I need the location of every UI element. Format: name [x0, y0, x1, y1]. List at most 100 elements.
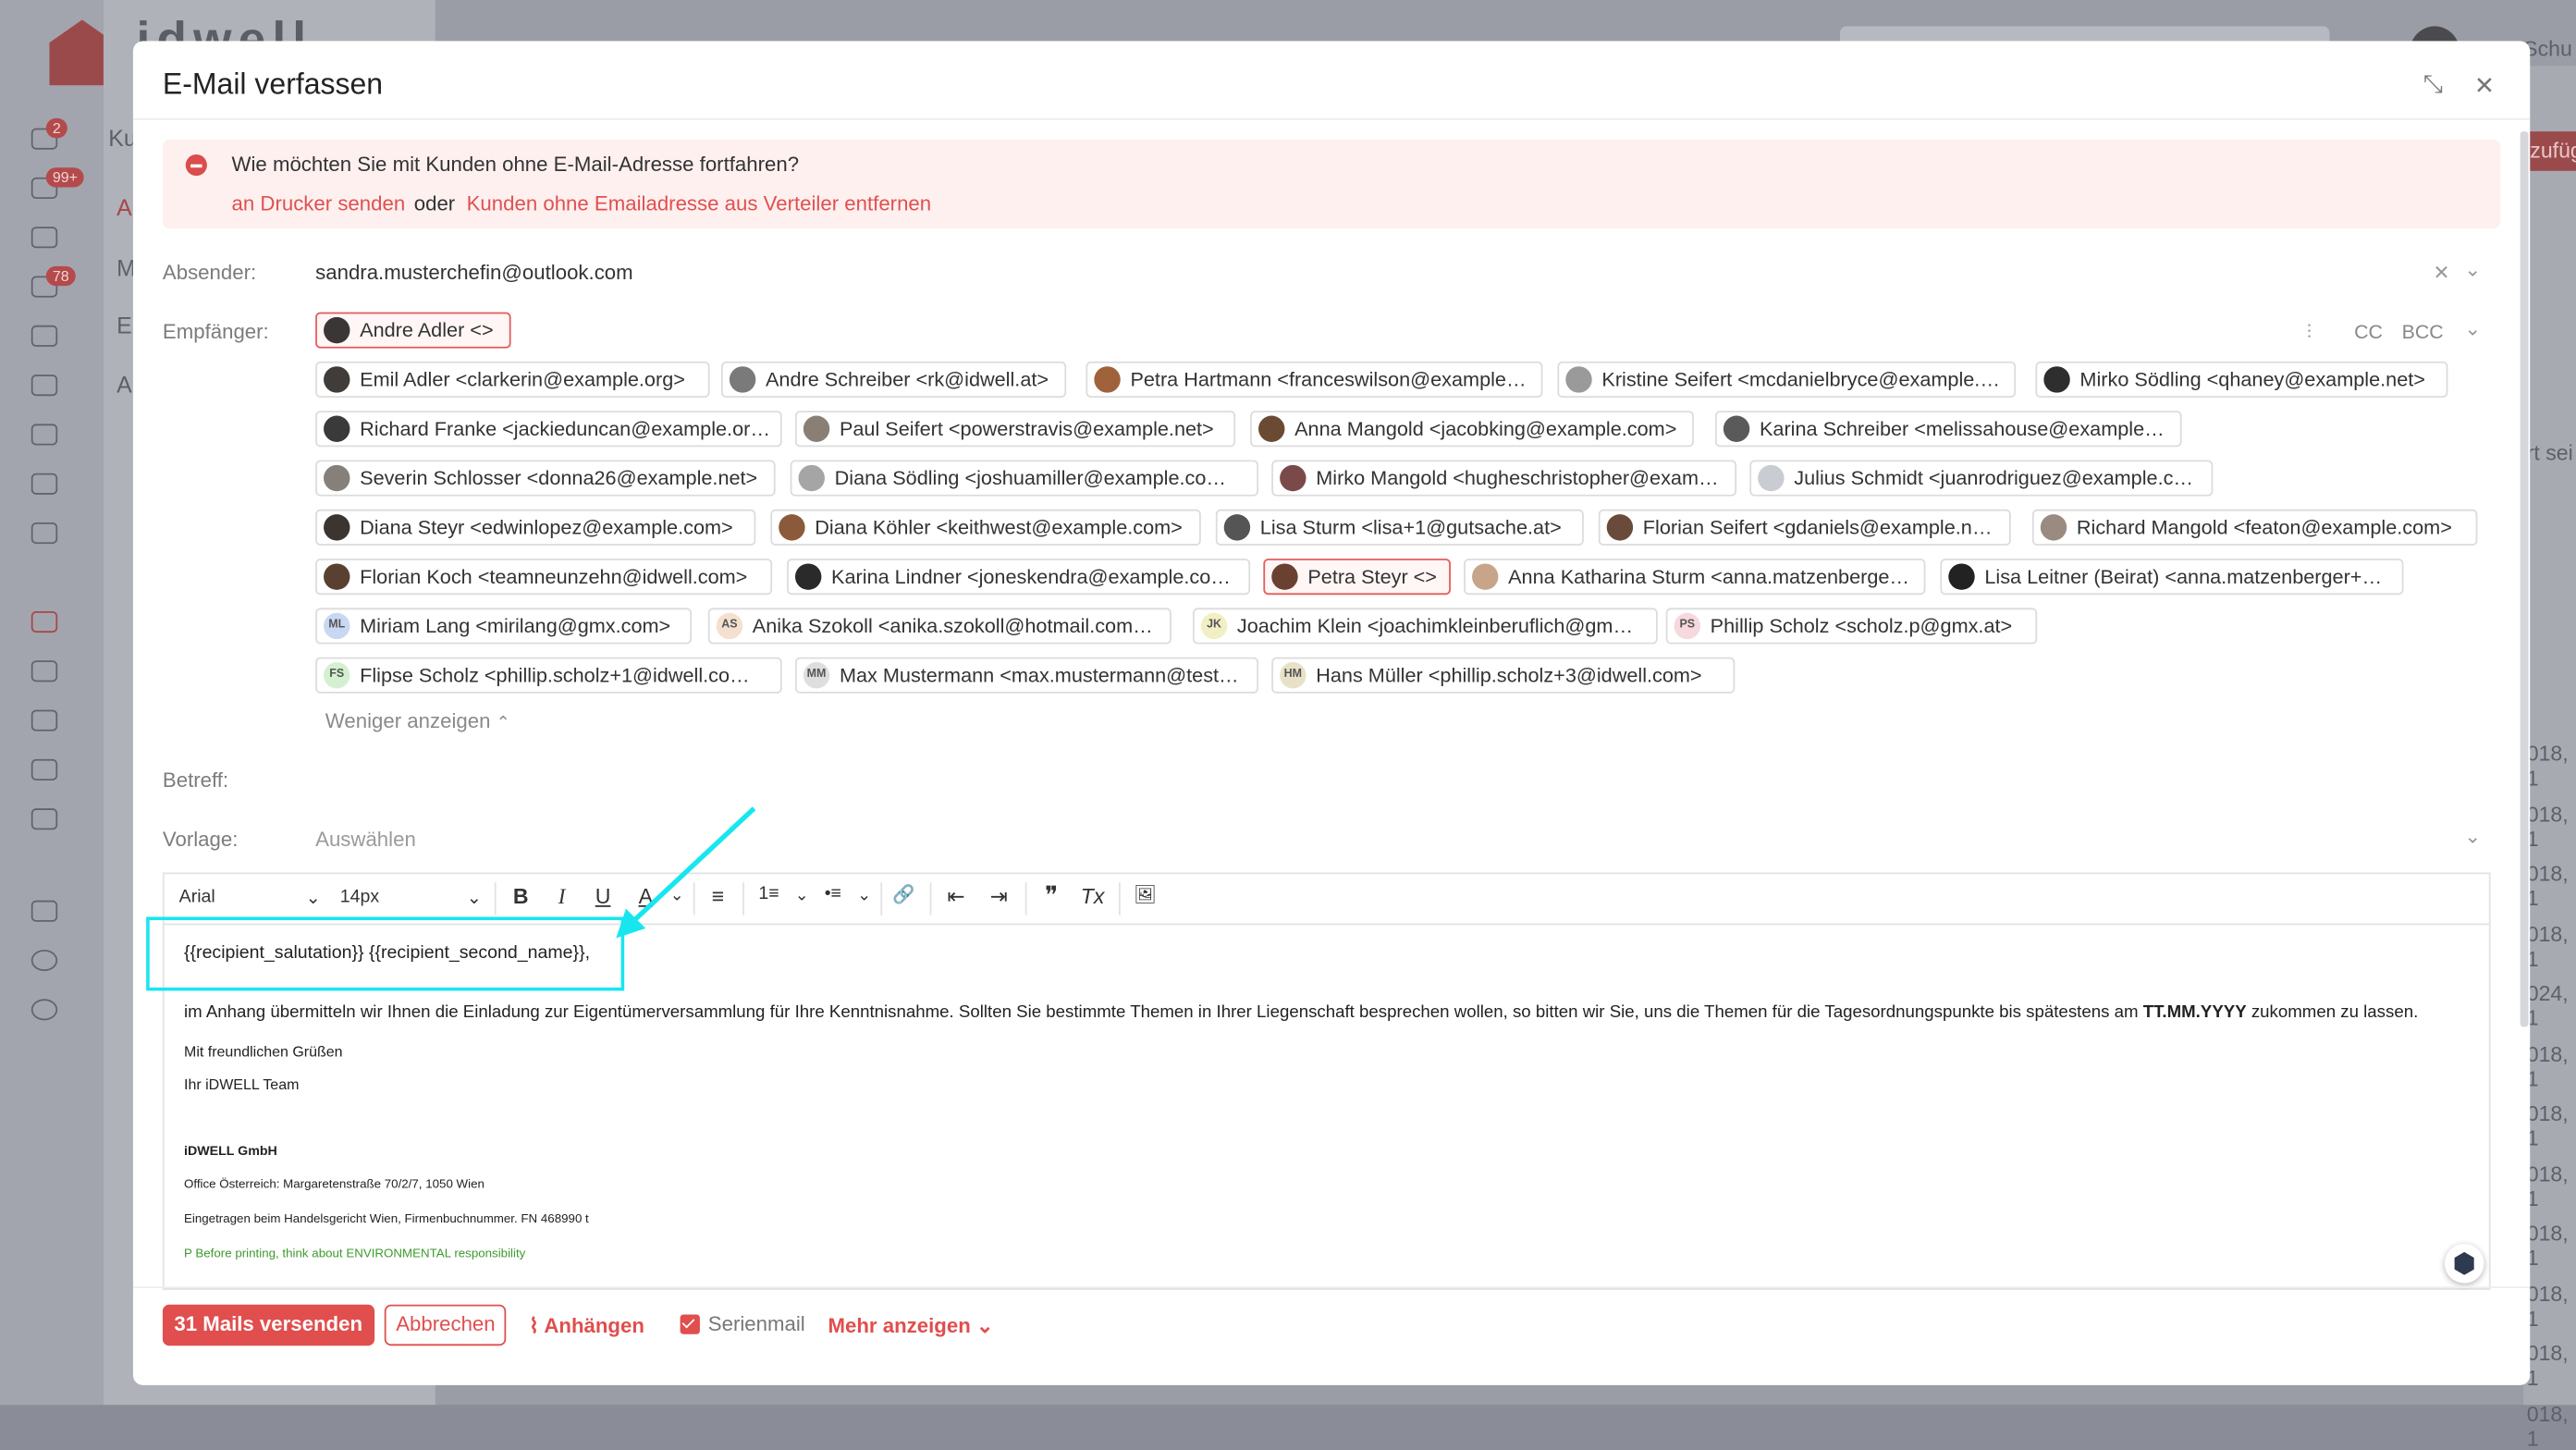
- recipient-chip[interactable]: AS Anika Szokoll <anika.szokoll@hotmail.c…: [707, 608, 1171, 645]
- recipient-chip[interactable]: Florian Seifert <gdaniels@example.net>: [1598, 509, 2011, 546]
- recipient-label: Petra Steyr <>: [1307, 565, 1437, 589]
- recipient-label: Anna Katharina Sturm <anna.matzenberger…: [1508, 565, 1917, 589]
- image-icon[interactable]: 🖼: [1132, 884, 1158, 905]
- serienmail-checkbox[interactable]: [680, 1314, 700, 1334]
- recipient-label: Richard Mangold <featon@example.com>: [2076, 515, 2452, 539]
- edit-icon[interactable]: [31, 660, 58, 682]
- nav-text[interactable]: E: [117, 313, 132, 338]
- recipient-chip[interactable]: Mirko Mangold <hugheschristopher@exam…: [1271, 460, 1737, 497]
- bg-add-button[interactable]: zufüg: [2526, 131, 2576, 171]
- recipient-chip[interactable]: Diana Södling <joshuamiller@example.co…: [790, 460, 1259, 497]
- recipient-chip[interactable]: FS Flipse Scholz <phillip.scholz+1@idwell…: [315, 657, 782, 694]
- page-scrollbar[interactable]: [2520, 131, 2529, 1027]
- greeting-line: Mit freundlichen Grüßen: [184, 1043, 343, 1061]
- recipient-chip[interactable]: Emil Adler <clarkerin@example.org>: [315, 361, 710, 398]
- recipient-chip[interactable]: Richard Franke <jackieduncan@example.or…: [315, 411, 782, 448]
- recipient-label: Anna Mangold <jacobking@example.com>: [1294, 417, 1677, 441]
- recipient-chip[interactable]: Anna Katharina Sturm <anna.matzenberger…: [1464, 559, 1926, 596]
- transfer-icon[interactable]: [31, 325, 58, 347]
- chevron-down-icon[interactable]: ⌄: [2464, 825, 2481, 848]
- font-family-select[interactable]: Arial: [179, 887, 215, 906]
- recipient-chip[interactable]: MM Max Mustermann <max.mustermann@test…: [794, 657, 1259, 694]
- recipient-chip[interactable]: Florian Koch <teamneunzehn@idwell.com>: [315, 559, 773, 596]
- office-address: Office Österreich: Margaretenstraße 70/2…: [184, 1176, 485, 1192]
- support-widget-icon[interactable]: [2444, 1244, 2484, 1284]
- clear-icon[interactable]: ✕: [2433, 262, 2449, 285]
- recipient-initials-avatar: FS: [324, 662, 350, 689]
- chevron-down-icon[interactable]: ⌄: [2464, 317, 2481, 340]
- alert-or-text: oder: [413, 191, 456, 215]
- chevron-down-icon[interactable]: ⌄: [2464, 258, 2481, 281]
- italic-icon[interactable]: I: [548, 884, 574, 910]
- calendar-icon[interactable]: [31, 375, 58, 397]
- link-icon[interactable]: 🔗: [890, 884, 916, 905]
- recipient-label: Flipse Scholz <phillip.scholz+1@idwell.c…: [360, 663, 750, 687]
- bold-icon[interactable]: B: [508, 884, 534, 909]
- chevron-down-icon[interactable]: ⌄: [305, 887, 320, 908]
- info-icon[interactable]: [31, 999, 58, 1021]
- recipient-chip[interactable]: Petra Steyr <>: [1263, 559, 1451, 596]
- users-icon[interactable]: [31, 522, 58, 545]
- serienmail-label: Serienmail: [707, 1312, 805, 1336]
- cancel-button[interactable]: Abbrechen: [384, 1304, 508, 1346]
- bg-column-value: 018, 1: [2526, 1340, 2569, 1391]
- chevron-down-icon[interactable]: ⌄: [789, 887, 815, 905]
- nav-text[interactable]: A: [117, 372, 132, 398]
- recipient-label: Joachim Klein <joachimkleinberuflich@gm…: [1236, 614, 1634, 638]
- recipient-avatar: [1271, 563, 1298, 590]
- recipient-chip[interactable]: JK Joachim Klein <joachimkleinberuflich@g…: [1192, 608, 1658, 645]
- recipient-chip[interactable]: Paul Seifert <powerstravis@example.net>: [794, 411, 1236, 448]
- recipient-chip[interactable]: Karina Lindner <joneskendra@example.co…: [787, 559, 1251, 596]
- font-size-select[interactable]: 14px: [340, 887, 379, 906]
- show-more-button[interactable]: Mehr anzeigen ⌄: [828, 1313, 994, 1337]
- body-paragraph: im Anhang übermitteln wir Ihnen die Einl…: [184, 1002, 2418, 1022]
- document-icon[interactable]: [31, 473, 58, 495]
- recipient-chip[interactable]: PS Phillip Scholz <scholz.p@gmx.at>: [1665, 608, 2038, 645]
- close-icon[interactable]: ✕: [2474, 70, 2495, 100]
- chat-icon[interactable]: [31, 227, 58, 249]
- recipient-chip[interactable]: Lisa Leitner (Beirat) <anna.matzenberger…: [1940, 559, 2404, 596]
- recipient-chip[interactable]: Diana Köhler <keithwest@example.com>: [770, 509, 1201, 546]
- indent-icon[interactable]: ⇥: [986, 884, 1012, 910]
- template-select[interactable]: Auswählen: [315, 829, 416, 852]
- recipient-chip[interactable]: Andre Schreiber <rk@idwell.at>: [721, 361, 1067, 398]
- quote-icon[interactable]: ❞: [1038, 880, 1064, 910]
- show-less-toggle[interactable]: Weniger anzeigen ⌃: [325, 710, 510, 733]
- help-icon[interactable]: [31, 949, 58, 972]
- attach-button[interactable]: ⌇ Anhängen: [529, 1313, 644, 1337]
- recipient-chip[interactable]: Karina Schreiber <melissahouse@example…: [1714, 411, 2182, 448]
- cc-toggle[interactable]: CC: [2354, 320, 2383, 343]
- recipient-chip[interactable]: ML Miriam Lang <mirilang@gmx.com>: [315, 608, 693, 645]
- bcc-toggle[interactable]: BCC: [2402, 320, 2444, 343]
- recipient-chip[interactable]: Anna Mangold <jacobking@example.com>: [1250, 411, 1694, 448]
- truck-icon[interactable]: [31, 808, 58, 830]
- recipient-chip[interactable]: Richard Mangold <featon@example.com>: [2031, 509, 2478, 546]
- sender-select[interactable]: sandra.musterchefin@outlook.com: [315, 262, 633, 285]
- folder-icon[interactable]: [31, 424, 58, 446]
- recipient-chip[interactable]: Andre Adler <>: [315, 312, 511, 349]
- remove-customers-link[interactable]: Kunden ohne Emailadresse aus Verteiler e…: [467, 192, 932, 215]
- nav-text[interactable]: A: [117, 194, 132, 220]
- clear-format-icon[interactable]: Tx: [1079, 884, 1105, 909]
- send-mails-button[interactable]: 31 Mails versenden: [162, 1304, 374, 1346]
- chevron-down-icon[interactable]: ⌄: [467, 887, 482, 908]
- recipient-chip[interactable]: Julius Schmidt <juanrodriguez@example.c…: [1749, 460, 2214, 497]
- recipient-chip[interactable]: Petra Hartmann <franceswilson@example.…: [1086, 361, 1543, 398]
- person-icon[interactable]: [31, 610, 58, 633]
- outdent-icon[interactable]: ⇤: [943, 884, 969, 910]
- chevron-down-icon[interactable]: ⌄: [851, 887, 877, 905]
- minimize-icon[interactable]: ⤡: [2423, 70, 2443, 98]
- filter-icon[interactable]: ⫶: [2307, 320, 2312, 345]
- footer-divider: [132, 1286, 2531, 1289]
- recipient-chip[interactable]: Severin Schlosser <donna26@example.net>: [315, 460, 776, 497]
- user-settings-icon[interactable]: [31, 900, 58, 922]
- recipient-chip[interactable]: Mirko Södling <qhaney@example.net>: [2035, 361, 2448, 398]
- recipient-chip[interactable]: Kristine Seifert <mcdanielbryce@example.…: [1557, 361, 2017, 398]
- recipient-chip[interactable]: Lisa Sturm <lisa+1@gutsache.at>: [1215, 509, 1584, 546]
- recipient-chip[interactable]: HM Hans Müller <phillip.scholz+3@idwell.c…: [1271, 657, 1736, 694]
- recipient-chip[interactable]: Diana Steyr <edwinlopez@example.com>: [315, 509, 756, 546]
- building-icon[interactable]: [31, 709, 58, 731]
- send-to-printer-link[interactable]: an Drucker senden: [232, 192, 406, 215]
- list-icon[interactable]: [31, 758, 58, 780]
- bullet-list-icon[interactable]: •≡: [820, 884, 846, 903]
